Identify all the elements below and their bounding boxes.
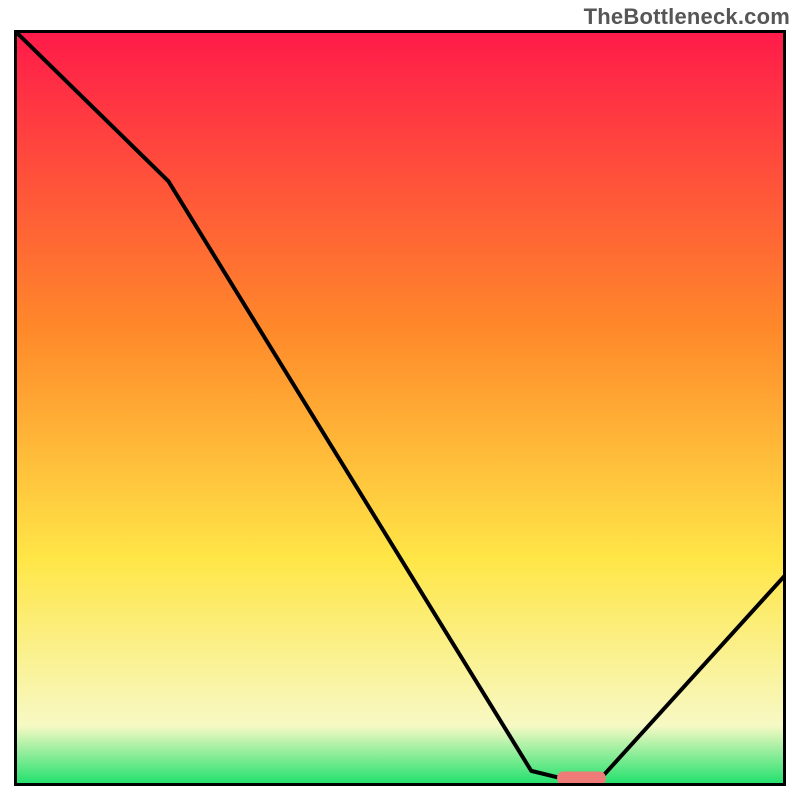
bottleneck-chart (14, 30, 786, 786)
chart-container: TheBottleneck.com (0, 0, 800, 800)
watermark-text: TheBottleneck.com (584, 4, 790, 30)
plot-area (14, 30, 786, 786)
